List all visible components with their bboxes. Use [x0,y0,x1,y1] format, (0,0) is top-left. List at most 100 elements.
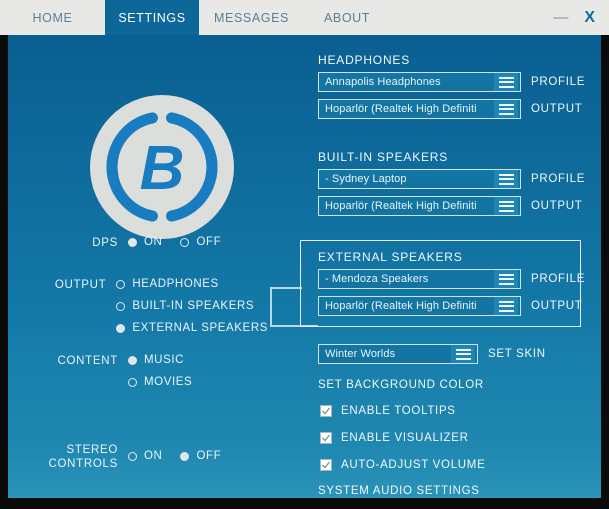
checkbox-auto-adjust-volume[interactable] [320,459,332,471]
radio-output-external-indicator [116,323,126,333]
stereo-controls-label-line2: CONTROLS [48,458,118,470]
connector-segment-2 [270,287,272,327]
radio-content-movies-label: MOVIES [144,376,193,388]
tab-home-label: HOME [32,10,73,25]
tab-home[interactable]: HOME [0,0,105,35]
radio-content-music[interactable]: MUSIC [128,354,192,366]
radio-output-builtin-label: BUILT-IN SPEAKERS [132,300,255,312]
dps-label: DPS [92,237,118,249]
stereo-controls-row: STEREO CONTROLS ON OFF [8,443,258,471]
radio-dps-on[interactable]: ON [128,236,162,248]
headphones-profile-row: Annapolis Headphones PROFILE [318,72,585,92]
builtin-output-dropdown[interactable]: Hoparlör (Realtek High Definiti [318,196,521,216]
radio-content-movies-indicator [128,377,137,387]
hamburger-icon[interactable] [494,297,518,315]
headphones-output-row: Hoparlör (Realtek High Definiti OUTPUT [318,99,582,119]
radio-stereo-off-indicator [180,451,190,461]
section-heading-builtin-speakers: BUILT-IN SPEAKERS [318,150,449,164]
external-output-value: Hoparlör (Realtek High Definiti [325,300,477,312]
tab-about-label: ABOUT [323,10,371,25]
radio-output-builtin[interactable]: BUILT-IN SPEAKERS [116,300,268,312]
radio-dps-off-indicator [180,237,190,247]
radio-stereo-on[interactable]: ON [128,450,162,462]
checkbox-row-enable-tooltips[interactable]: ENABLE TOOLTIPS [320,405,456,417]
check-icon [322,434,331,442]
set-skin-label: SET SKIN [488,348,546,360]
output-row: OUTPUT HEADPHONES BUILT-IN SPEAKERS EXTE… [8,278,268,334]
radio-stereo-off[interactable]: OFF [180,450,221,462]
hamburger-icon[interactable] [494,197,518,215]
app-window: HOME SETTINGS MESSAGES ABOUT — X B DPS O… [0,0,609,509]
tab-about[interactable]: ABOUT [304,0,390,35]
tab-settings-label: SETTINGS [118,10,186,25]
device-settings-column: HEADPHONES Annapolis Headphones PROFILE … [300,35,601,498]
checkbox-enable-tooltips[interactable] [320,405,332,417]
stereo-controls-options: ON OFF [128,450,221,462]
radio-output-external[interactable]: EXTERNAL SPEAKERS [116,322,268,334]
dps-row: DPS ON OFF [8,236,258,250]
app-logo: B [86,91,238,243]
checkbox-enable-visualizer-label: ENABLE VISUALIZER [341,432,469,444]
radio-content-movies[interactable]: MOVIES [128,376,192,388]
radio-dps-on-label: ON [144,236,163,248]
external-profile-label: PROFILE [531,273,586,285]
content-options: MUSIC MOVIES [128,354,192,388]
radio-content-music-indicator [128,355,137,365]
minimize-icon[interactable]: — [553,10,568,25]
radio-output-builtin-indicator [116,301,126,311]
checkbox-enable-tooltips-label: ENABLE TOOLTIPS [341,405,456,417]
check-icon [322,461,331,469]
headphones-profile-label: PROFILE [531,76,586,88]
section-heading-headphones: HEADPHONES [318,53,411,67]
system-audio-settings-link[interactable]: SYSTEM AUDIO SETTINGS [318,485,480,497]
radio-output-headphones-label: HEADPHONES [132,278,219,290]
radio-output-headphones[interactable]: HEADPHONES [116,278,268,290]
headphones-profile-value: Annapolis Headphones [325,76,441,88]
logo-icon: B [90,95,234,239]
checkbox-row-auto-adjust-volume[interactable]: AUTO-ADJUST VOLUME [320,459,485,471]
set-background-color-link[interactable]: SET BACKGROUND COLOR [318,379,484,391]
close-icon[interactable]: X [584,9,595,26]
checkbox-enable-visualizer[interactable] [320,432,332,444]
builtin-profile-dropdown[interactable]: - Sydney Laptop [318,169,521,189]
external-profile-value: - Mendoza Speakers [325,273,429,285]
window-controls: — X [553,0,609,35]
section-heading-external-speakers: EXTERNAL SPEAKERS [318,250,463,264]
external-output-dropdown[interactable]: Hoparlör (Realtek High Definiti [318,296,521,316]
external-profile-dropdown[interactable]: - Mendoza Speakers [318,269,521,289]
external-output-label: OUTPUT [531,300,583,312]
builtin-output-label: OUTPUT [531,200,583,212]
output-label: OUTPUT [54,279,107,291]
radio-stereo-off-label: OFF [196,450,222,462]
radio-stereo-on-label: ON [144,450,163,462]
radio-dps-off-label: OFF [196,236,222,248]
headphones-profile-dropdown[interactable]: Annapolis Headphones [318,72,521,92]
stereo-controls-label-line1: STEREO [66,444,118,456]
headphones-output-dropdown[interactable]: Hoparlör (Realtek High Definiti [318,99,521,119]
radio-output-external-label: EXTERNAL SPEAKERS [132,322,268,334]
tab-bar-spacer [390,0,553,35]
tab-settings[interactable]: SETTINGS [105,0,199,35]
check-icon [322,407,331,415]
stereo-controls-label: STEREO CONTROLS [8,443,118,471]
hamburger-icon[interactable] [494,270,518,288]
logo-letter: B [140,134,185,203]
connector-segment-3 [270,287,302,289]
settings-panel: B DPS ON OFF OUTPUT HEADPHONES BUILT-IN … [8,35,601,498]
external-output-row: Hoparlör (Realtek High Definiti OUTPUT [318,296,582,316]
skin-dropdown[interactable]: Winter Worlds [318,344,478,364]
radio-dps-off[interactable]: OFF [180,236,221,248]
builtin-profile-label: PROFILE [531,173,586,185]
hamburger-icon[interactable] [451,345,475,363]
tab-bar: HOME SETTINGS MESSAGES ABOUT — X [0,0,609,35]
hamburger-icon[interactable] [494,100,518,118]
builtin-output-row: Hoparlör (Realtek High Definiti OUTPUT [318,196,582,216]
radio-dps-on-indicator [128,237,137,247]
content-row: CONTENT MUSIC MOVIES [8,354,258,388]
content-label: CONTENT [57,355,118,367]
hamburger-icon[interactable] [494,73,518,91]
hamburger-icon[interactable] [494,170,518,188]
tab-messages[interactable]: MESSAGES [199,0,304,35]
checkbox-row-enable-visualizer[interactable]: ENABLE VISUALIZER [320,432,469,444]
skin-value: Winter Worlds [325,348,396,360]
